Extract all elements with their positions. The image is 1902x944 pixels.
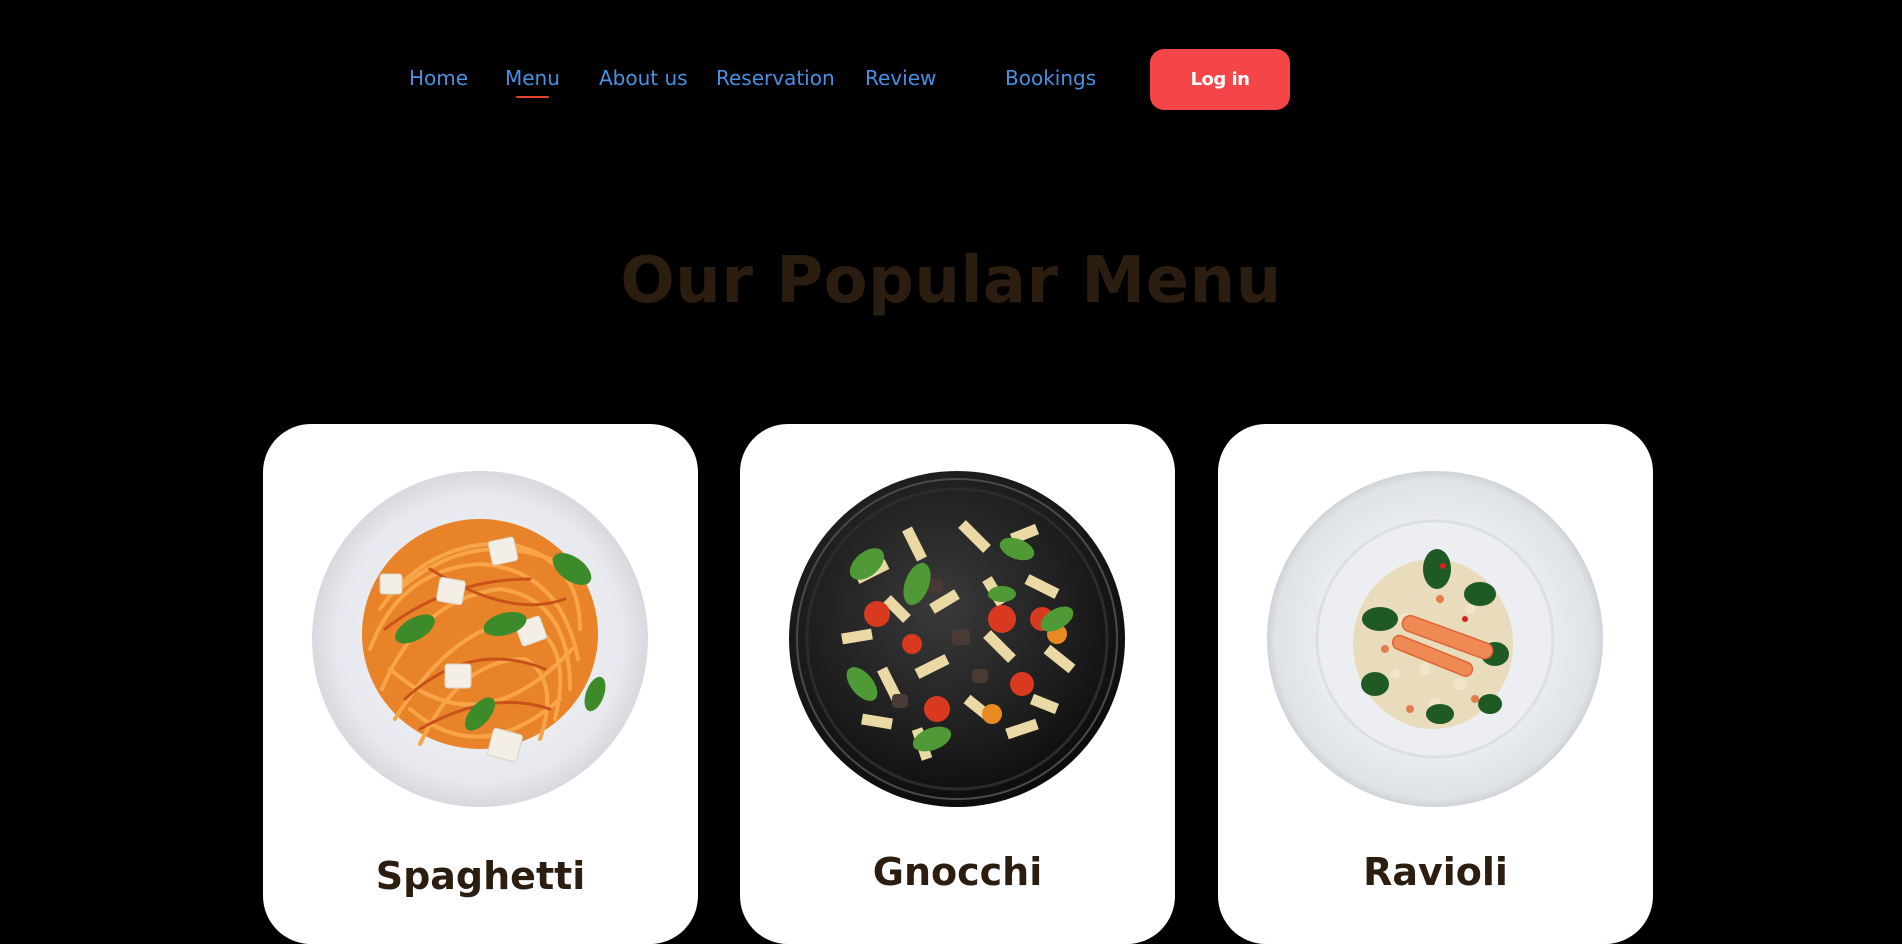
nav-link-reservation[interactable]: Reservation [716, 66, 835, 90]
dish-name-spaghetti: Spaghetti [375, 854, 586, 898]
section-title: Our Popular Menu [620, 244, 1282, 318]
dish-name-gnocchi: Gnocchi [872, 850, 1043, 894]
nav-link-about-us[interactable]: About us [599, 66, 688, 90]
login-button[interactable]: Log in [1150, 49, 1290, 110]
risotto-plate-image [1267, 471, 1603, 807]
dish-name-ravioli: Ravioli [1363, 850, 1508, 894]
menu-card-spaghetti[interactable]: Spaghetti [263, 424, 698, 944]
nav-link-review[interactable]: Review [865, 66, 936, 90]
spaghetti-plate-image [312, 471, 648, 807]
nav-link-bookings[interactable]: Bookings [1005, 66, 1096, 90]
nav-link-home[interactable]: Home [409, 66, 468, 90]
nav-link-menu[interactable]: Menu [505, 66, 560, 98]
navbar: Home Menu About us Reservation Review Bo… [0, 0, 1902, 160]
penne-pasta-bowl-image [789, 471, 1125, 807]
menu-card-gnocchi[interactable]: Gnocchi [740, 424, 1175, 944]
menu-card-ravioli[interactable]: Ravioli [1218, 424, 1653, 944]
